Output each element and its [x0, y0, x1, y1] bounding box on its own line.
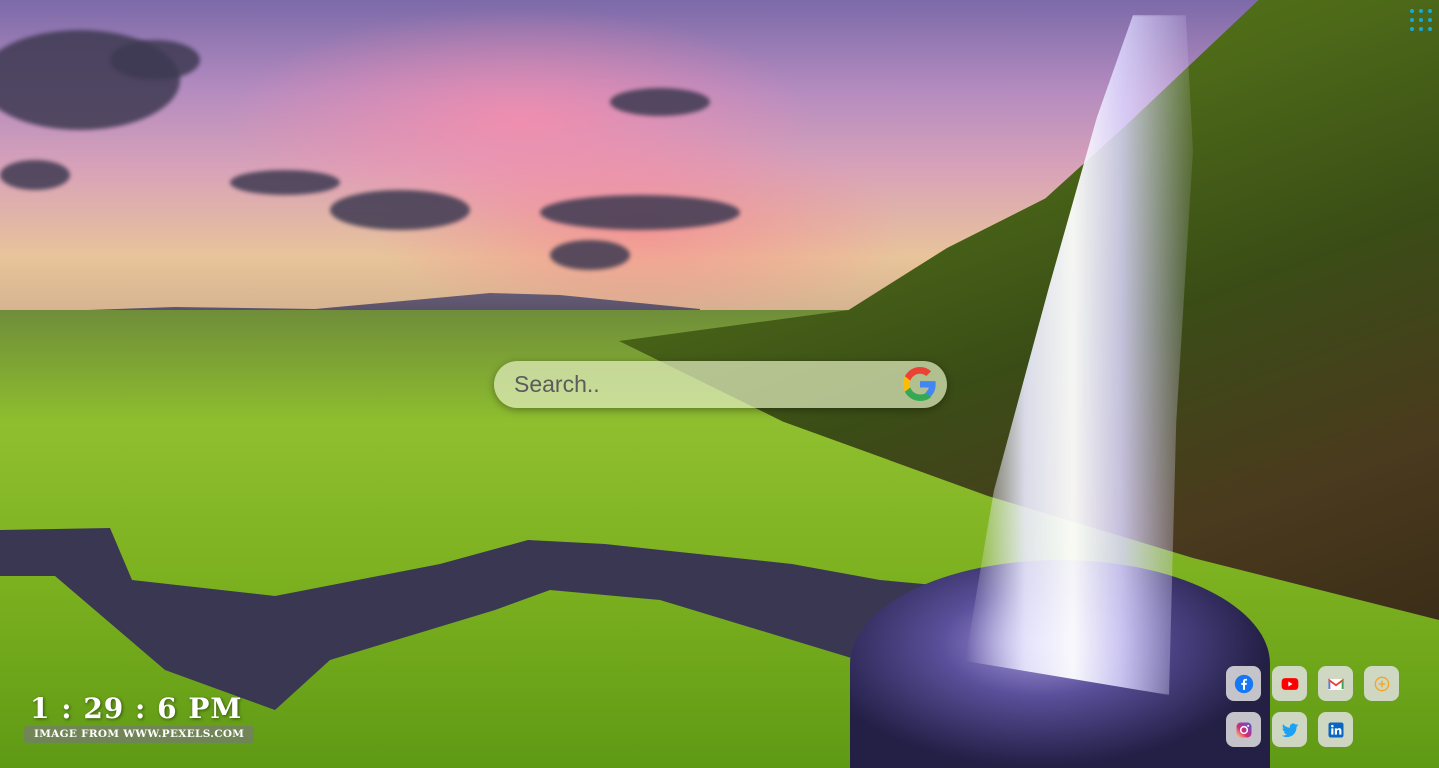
- search-bar: [494, 361, 947, 408]
- search-input[interactable]: [512, 370, 896, 399]
- cloud: [0, 160, 70, 190]
- cloud: [230, 170, 340, 195]
- cloud: [550, 240, 630, 270]
- add-shortcut-button[interactable]: [1364, 666, 1399, 701]
- youtube-shortcut[interactable]: [1272, 666, 1307, 701]
- gmail-shortcut[interactable]: [1318, 666, 1353, 701]
- add-shortcut-icon: [1374, 676, 1389, 691]
- twitter-icon: [1281, 722, 1298, 737]
- facebook-shortcut[interactable]: [1226, 666, 1261, 701]
- cloud: [110, 40, 200, 80]
- cloud: [330, 190, 470, 230]
- clock-time: 1 : 29 : 6 PM: [30, 692, 243, 725]
- facebook-icon: [1234, 674, 1253, 693]
- google-icon[interactable]: [903, 367, 937, 401]
- linkedin-icon: [1328, 722, 1343, 737]
- twitter-shortcut[interactable]: [1272, 712, 1307, 747]
- linkedin-shortcut[interactable]: [1318, 712, 1353, 747]
- cloud: [610, 88, 710, 116]
- instagram-shortcut[interactable]: [1226, 712, 1261, 747]
- cloud: [540, 195, 740, 230]
- youtube-icon: [1281, 677, 1298, 690]
- apps-grid-icon[interactable]: [1408, 7, 1436, 35]
- instagram-icon: [1236, 722, 1251, 737]
- gmail-icon: [1327, 677, 1344, 690]
- image-credit: IMAGE FROM WWW.PEXELS.COM: [24, 726, 255, 743]
